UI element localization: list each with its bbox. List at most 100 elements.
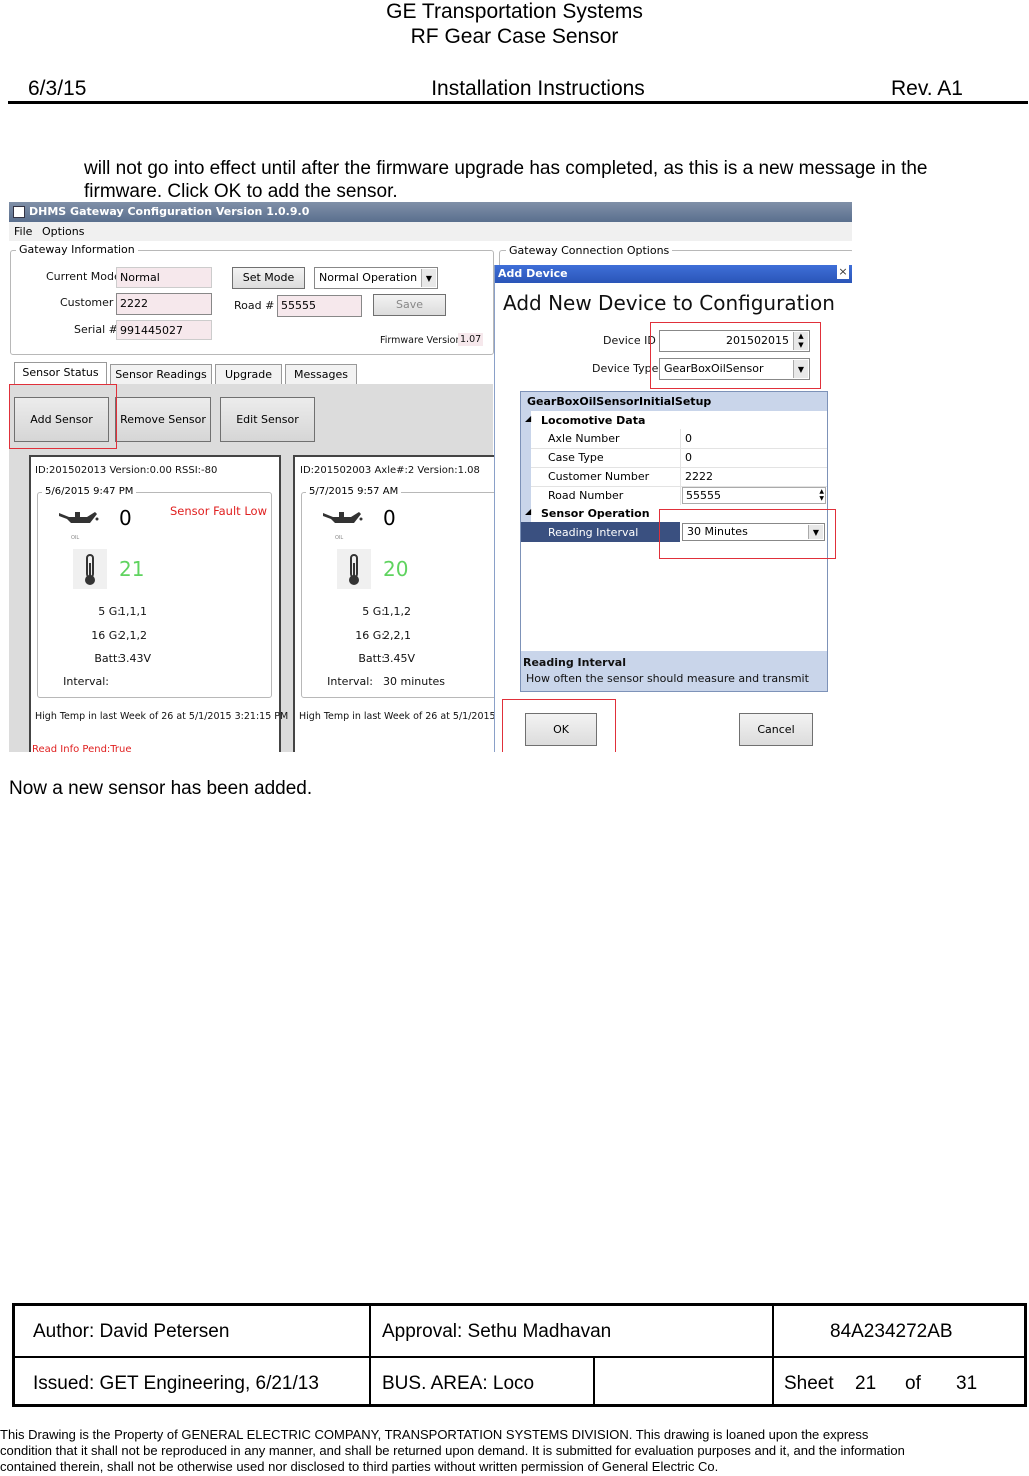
oil-can-icon xyxy=(321,507,363,533)
sheet-label: Sheet xyxy=(784,1373,834,1394)
device-fields-highlight xyxy=(650,322,821,389)
app-titlebar: DHMS Gateway Configuration Version 1.0.9… xyxy=(9,202,852,222)
sensor-card[interactable]: ID:201502013 Version:0.00 RSSI:-80 5/6/2… xyxy=(29,455,288,752)
row-label: Customer Number xyxy=(548,470,650,483)
grid-row[interactable]: Customer Number 2222 xyxy=(531,467,827,487)
row-divider xyxy=(680,429,681,448)
cancel-button[interactable]: Cancel xyxy=(739,713,813,746)
device-type-label: Device Type xyxy=(592,362,659,375)
spinner-icon[interactable]: ▲ ▼ xyxy=(819,488,824,502)
disclaimer-line: This Drawing is the Property of GENERAL … xyxy=(0,1427,869,1442)
doc-number: 84A234272AB xyxy=(830,1321,953,1342)
add-device-dialog: Add Device × Add New Device to Configura… xyxy=(494,265,852,752)
issued: Issued: GET Engineering, 6/21/13 xyxy=(33,1373,319,1394)
sheet-number: 21 xyxy=(855,1373,877,1394)
g5-label: 5 G: xyxy=(98,605,121,618)
road-number-spinner[interactable]: 55555 ▲ ▼ xyxy=(682,487,826,504)
mode-select-value: Normal Operation xyxy=(319,271,418,284)
intro-line-1: will not go into effect until after the … xyxy=(84,158,928,179)
set-mode-button[interactable]: Set Mode xyxy=(232,267,305,289)
grid-header: GearBoxOilSensorInitialSetup xyxy=(521,392,827,411)
interval-value: 30 minutes xyxy=(383,675,446,688)
close-icon[interactable]: × xyxy=(837,265,849,279)
serial-field: 991445027 xyxy=(116,320,212,340)
doc-title: Installation Instructions xyxy=(431,77,645,100)
tab-sensor-readings[interactable]: Sensor Readings xyxy=(110,364,212,384)
fault-status: Sensor Fault Low xyxy=(170,504,267,518)
g5-value: 1,1,2 xyxy=(383,605,411,618)
app-screenshot: DHMS Gateway Configuration Version 1.0.9… xyxy=(9,202,852,752)
thermometer-icon xyxy=(73,549,107,589)
grid-row[interactable]: Road Number 55555 ▲ ▼ xyxy=(531,486,827,506)
ok-highlight xyxy=(502,699,616,752)
title-block-vline xyxy=(772,1306,774,1404)
description-panel: Reading Interval How often the sensor sh… xyxy=(521,651,827,691)
chevron-down-icon: ▼ xyxy=(421,269,436,287)
g5-value: 1,1,1 xyxy=(119,605,147,618)
tab-messages[interactable]: Messages xyxy=(285,364,357,384)
road-label: Road # xyxy=(234,299,275,312)
description-text: How often the sensor should measure and … xyxy=(526,672,809,685)
batt-value: 3.43V xyxy=(119,652,152,665)
sheet-total: 31 xyxy=(956,1373,978,1394)
category-label: Sensor Operation xyxy=(541,507,650,520)
g16-value: 2,1,2 xyxy=(119,629,147,642)
row-label: Case Type xyxy=(548,451,604,464)
edit-sensor-button[interactable]: Edit Sensor xyxy=(220,397,315,442)
row-value: 0 xyxy=(685,451,692,464)
interval-label: Interval: xyxy=(63,675,109,688)
sheet-of: of xyxy=(905,1373,921,1394)
bus-area: BUS. AREA: Loco xyxy=(382,1373,535,1394)
card-timestamp: 5/6/2015 9:47 PM xyxy=(42,486,137,497)
author: Author: David Petersen xyxy=(33,1321,230,1342)
firmware-label: Firmware Version xyxy=(380,335,462,346)
g16-value: 2,2,1 xyxy=(383,629,411,642)
approval: Approval: Sethu Madhavan xyxy=(382,1321,612,1342)
device-id-label: Device ID xyxy=(603,334,656,347)
dialog-heading: Add New Device to Configuration xyxy=(503,291,835,315)
g16-label: 16 G: xyxy=(355,629,385,642)
row-label: Axle Number xyxy=(548,432,620,445)
row-divider xyxy=(680,486,681,505)
tab-sensor-status[interactable]: Sensor Status xyxy=(14,362,107,384)
row-value: 0 xyxy=(685,432,692,445)
grid-row[interactable]: Case Type 0 xyxy=(531,448,827,468)
card-header: ID:201502003 Axle#:2 Version:1.08 xyxy=(300,465,480,476)
g5-label: 5 G: xyxy=(362,605,385,618)
remove-sensor-button[interactable]: Remove Sensor xyxy=(115,397,211,442)
high-temp-note: High Temp in last Week of 26 at 5/1/2015… xyxy=(299,711,505,722)
row-value: 2222 xyxy=(685,470,713,483)
row-divider xyxy=(680,467,681,486)
save-button[interactable]: Save xyxy=(373,294,446,316)
intro-line-2: firmware. Click OK to add the sensor. xyxy=(84,181,398,202)
card-header: ID:201502013 Version:0.00 RSSI:-80 xyxy=(35,465,218,476)
collapse-icon[interactable]: ◢ xyxy=(525,507,531,516)
app-title: DHMS Gateway Configuration Version 1.0.9… xyxy=(29,205,310,218)
title-block: Author: David Petersen Approval: Sethu M… xyxy=(12,1303,1027,1407)
disclaimer-line: condition that it shall not be reproduce… xyxy=(0,1443,905,1458)
title-block-vline xyxy=(369,1306,371,1404)
row-value: 55555 xyxy=(686,489,721,502)
tab-upgrade[interactable]: Upgrade xyxy=(215,364,282,384)
app-icon xyxy=(13,206,25,218)
oil-icon-label: OIL xyxy=(335,535,344,541)
menu-file[interactable]: File xyxy=(14,225,32,238)
sensor-card[interactable]: ID:201502003 Axle#:2 Version:1.08 5/7/20… xyxy=(293,455,518,752)
firmware-value: 1.07 xyxy=(458,333,484,346)
grid-row[interactable]: Axle Number 0 xyxy=(531,429,827,449)
customer-field[interactable]: 2222 xyxy=(116,293,212,315)
g16-label: 16 G: xyxy=(91,629,121,642)
title-block-vline xyxy=(593,1356,595,1404)
after-text: Now a new sensor has been added. xyxy=(9,778,313,799)
customer-label: Customer xyxy=(60,296,114,309)
category-locomotive-data[interactable]: ◢ Locomotive Data xyxy=(525,412,827,429)
menu-options[interactable]: Options xyxy=(42,225,84,238)
road-field[interactable]: 55555 xyxy=(277,295,362,317)
mode-select[interactable]: Normal Operation ▼ xyxy=(314,267,438,289)
collapse-icon[interactable]: ◢ xyxy=(525,414,531,423)
connection-options-label: Gateway Connection Options xyxy=(506,244,673,257)
header-rule xyxy=(8,101,1028,104)
read-info-status: Read Info Pend:True xyxy=(32,744,132,752)
add-sensor-highlight xyxy=(9,384,117,449)
title-block-hline xyxy=(15,1356,1024,1358)
